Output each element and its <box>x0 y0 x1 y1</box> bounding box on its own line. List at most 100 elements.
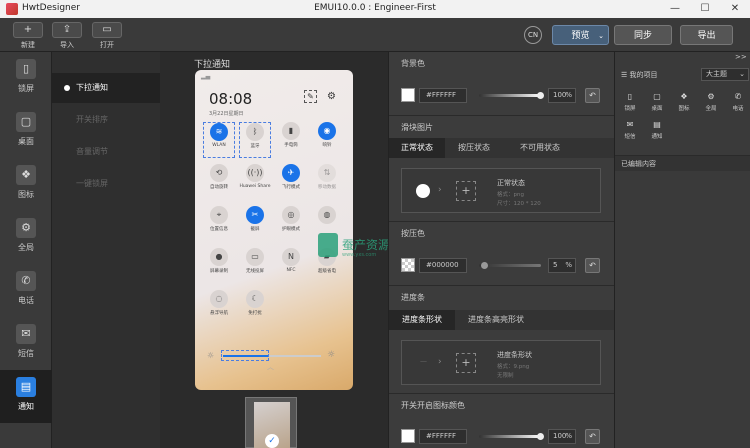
bg-color-swatch[interactable] <box>401 88 415 102</box>
upload-image-button[interactable]: + <box>456 353 476 373</box>
project-item-lockscreen[interactable]: ▯ 锁屏 <box>617 92 643 116</box>
chevron-down-icon[interactable]: ⌄ <box>598 26 604 46</box>
qs-label: 移动数据 <box>318 185 336 190</box>
tab-pressed-state[interactable]: 按压状态 <box>445 138 503 158</box>
edited-content-header: 已编辑内容 <box>615 155 750 171</box>
tab-progress-shape[interactable]: 进度条形状 <box>389 310 455 330</box>
qs-location[interactable]: ⌖ 位置信息 <box>203 206 235 242</box>
sync-button[interactable]: 同步 <box>614 25 672 45</box>
qs-wlan[interactable]: ≋ WLAN <box>203 122 235 158</box>
tab-disabled-state[interactable]: 不可用状态 <box>503 138 577 158</box>
sub-item-switch-order[interactable]: 开关排序 <box>52 105 160 135</box>
qs-label: NFC <box>286 268 296 273</box>
open-button[interactable]: ▭ 打开 <box>90 22 124 50</box>
switch-color-swatch[interactable] <box>401 429 415 443</box>
minimize-button[interactable]: — <box>660 0 690 18</box>
qs-screenshot[interactable]: ✂ 截屏 <box>239 206 271 242</box>
press-opacity-knob[interactable] <box>481 262 488 269</box>
collapse-panel-button[interactable]: >> <box>735 53 747 61</box>
slider-image-title: 滑块图片 <box>401 123 433 132</box>
nav-item-lockscreen[interactable]: ▯ 锁屏 <box>0 52 52 105</box>
bg-color-input[interactable]: #FFFFFF <box>419 88 467 103</box>
switch-color-input[interactable]: #FFFFFF <box>419 429 467 444</box>
upload-image-button[interactable]: + <box>456 181 476 201</box>
close-button[interactable]: ✕ <box>720 0 750 18</box>
qs-label: 截屏 <box>250 227 260 232</box>
qs-flashlight[interactable]: ▮ 手电筒 <box>275 122 307 158</box>
reset-icon[interactable]: ↶ <box>585 88 600 103</box>
qs-floating-nav[interactable]: ◌ 悬浮导航 <box>203 290 235 326</box>
qs-nfc[interactable]: N NFC <box>275 248 307 284</box>
bluetooth-icon: ᛒ <box>246 123 264 141</box>
project-item-notification[interactable]: ▤ 通知 <box>644 120 670 144</box>
qs-bluetooth[interactable]: ᛒ 蓝牙 <box>239 122 271 158</box>
project-item-icons[interactable]: ❖ 图标 <box>671 92 697 116</box>
press-color-input[interactable]: #000000 <box>419 258 467 273</box>
qs-rotate[interactable]: ⟲ 自动旋转 <box>203 164 235 200</box>
qs-mobile-data[interactable]: ⇅ 移动数据 <box>311 164 343 200</box>
sub-item-one-key-lock[interactable]: 一键锁屏 <box>52 169 160 199</box>
reset-icon[interactable]: ↶ <box>585 258 600 273</box>
preview-button[interactable]: 预览 ⌄ <box>552 25 609 45</box>
gear-icon[interactable]: ⚙ <box>325 90 338 103</box>
nav-label: 短信 <box>18 349 34 358</box>
qs-label: 手电筒 <box>284 143 298 148</box>
project-item-label: 短信 <box>624 134 636 140</box>
reset-icon[interactable]: ↶ <box>585 429 600 444</box>
sub-item-pulldown[interactable]: 下拉通知 <box>52 73 160 103</box>
brightness-selection[interactable] <box>221 350 269 361</box>
nav-item-phone[interactable]: ✆ 电话 <box>0 264 52 317</box>
language-button[interactable]: CN <box>524 26 542 44</box>
press-opacity-input[interactable]: 5 % <box>548 258 576 273</box>
press-color-title: 按压色 <box>401 229 425 238</box>
qs-screen-record[interactable]: ● 屏幕录制 <box>203 248 235 284</box>
switch-opacity-input[interactable]: 100 % <box>548 429 576 444</box>
press-opacity-slider[interactable] <box>479 264 541 267</box>
title-bar: HwtDesigner EMUI10.0.0 : Engineer-First … <box>0 0 750 18</box>
edit-icon[interactable]: ✎ <box>304 90 317 103</box>
export-button[interactable]: 导出 <box>680 25 733 45</box>
sub-item-volume[interactable]: 音量调节 <box>52 137 160 167</box>
clock-time: 08:08 <box>209 90 253 108</box>
import-button[interactable]: ⇪ 导入 <box>50 22 84 50</box>
qs-eye-comfort[interactable]: ◎ 护眼模式 <box>275 206 307 242</box>
qs-ring[interactable]: ◉ 响铃 <box>311 122 343 158</box>
new-button[interactable]: + 新建 <box>11 22 45 50</box>
nav-item-icons[interactable]: ❖ 图标 <box>0 158 52 211</box>
theme-size-select[interactable]: 大主题 ⌄ <box>701 68 749 81</box>
nav-item-message[interactable]: ✉ 短信 <box>0 317 52 370</box>
qs-cast[interactable]: ▭ 无线投屏 <box>239 248 271 284</box>
project-item-phone[interactable]: ✆ 电话 <box>725 92 750 116</box>
qs-huawei-share[interactable]: ((·)) Huawei Share <box>239 164 271 200</box>
bg-opacity-slider[interactable] <box>479 94 541 97</box>
nav-item-desktop[interactable]: ▢ 桌面 <box>0 105 52 158</box>
share-icon: ((·)) <box>246 164 264 182</box>
active-dot-icon <box>64 85 70 91</box>
clock-date: 3月22日星期日 <box>209 111 244 117</box>
nav-item-notification[interactable]: ▤ 通知 <box>0 370 52 423</box>
phone-preview[interactable]: ▂▄ 08:08 3月22日星期日 ✎ ⚙ ≋ WLAN ᛒ 蓝牙 ▮ 手电筒 ◉ 响铃… <box>195 70 353 390</box>
project-item-desktop[interactable]: ▢ 桌面 <box>644 92 670 116</box>
bg-opacity-input[interactable]: 100 % <box>548 88 576 103</box>
lockscreen-icon: ▯ <box>16 59 36 79</box>
toolbar: + 新建 ⇪ 导入 ▭ 打开 CN 预览 ⌄ 同步 导出 <box>0 18 750 52</box>
nav-item-global[interactable]: ⚙ 全局 <box>0 211 52 264</box>
record-icon: ● <box>210 248 228 266</box>
press-color-swatch[interactable] <box>401 258 415 272</box>
tab-normal-state[interactable]: 正常状态 <box>389 138 445 158</box>
handle-icon[interactable]: ︿ <box>267 362 274 372</box>
switch-opacity-knob[interactable] <box>537 433 544 440</box>
message-icon: ✉ <box>626 120 634 129</box>
qs-label: Huawei Share <box>239 184 271 189</box>
icons-icon: ❖ <box>680 92 688 101</box>
qs-do-not-disturb[interactable]: ☾ 免打扰 <box>239 290 271 326</box>
page-thumbnail[interactable]: ✓ <box>245 397 297 448</box>
switch-opacity-slider[interactable] <box>479 435 541 438</box>
bg-opacity-knob[interactable] <box>537 92 544 99</box>
tab-progress-highlight[interactable]: 进度条高亮形状 <box>455 310 537 330</box>
qs-airplane[interactable]: ✈ 飞行模式 <box>275 164 307 200</box>
project-item-global[interactable]: ⚙ 全局 <box>698 92 724 116</box>
watermark-logo-icon <box>318 233 338 257</box>
project-item-message[interactable]: ✉ 短信 <box>617 120 643 144</box>
maximize-button[interactable]: ☐ <box>690 0 720 18</box>
